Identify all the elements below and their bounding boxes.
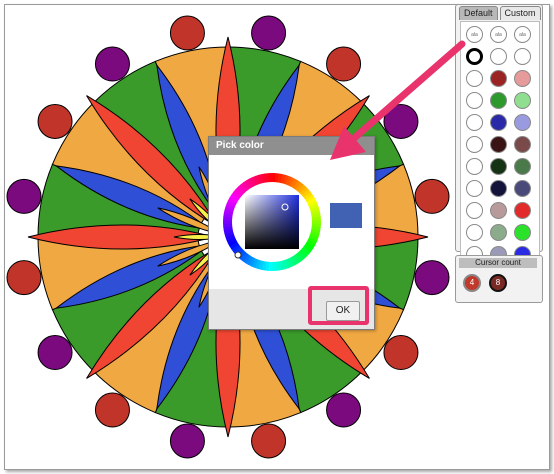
preset-swatch[interactable]: ala [514,26,531,43]
color-palette-panel: Default Custom ala ala ala [455,4,543,269]
color-swatch[interactable] [514,70,531,87]
rim-circle[interactable] [6,260,42,296]
rim-circle[interactable] [169,15,205,51]
rim-circle[interactable] [94,392,130,428]
color-swatch[interactable] [514,136,531,153]
preset-swatch-label: ala [519,32,526,38]
tab-default[interactable]: Default [459,6,498,20]
color-swatch[interactable] [490,48,507,65]
color-swatch[interactable] [490,202,507,219]
color-swatch[interactable] [514,202,531,219]
rim-circle[interactable] [169,423,205,459]
palette-tabs: Default Custom [459,6,543,20]
preset-swatch[interactable]: ala [490,26,507,43]
rim-circle[interactable] [251,423,287,459]
rim-circle[interactable] [414,178,450,214]
color-swatch[interactable] [490,224,507,241]
color-swatch[interactable] [466,158,483,175]
color-swatch[interactable] [490,92,507,109]
rim-circle[interactable] [383,103,419,139]
rim-circle[interactable] [37,335,73,371]
color-swatch[interactable] [490,114,507,131]
color-swatch[interactable] [466,180,483,197]
ok-highlight-annotation [308,286,369,325]
color-swatch[interactable] [514,48,531,65]
rim-circle[interactable] [251,15,287,51]
dialog-body [209,155,374,289]
preset-swatch-label: ala [471,32,478,38]
rim-circle[interactable] [6,178,42,214]
color-swatch[interactable] [466,48,483,65]
cursor-count-title: Cursor count [459,258,537,268]
hue-handle [234,251,242,259]
preset-swatch[interactable]: ala [466,26,483,43]
color-swatch[interactable] [466,224,483,241]
cursor-count-8-button[interactable]: 8 [489,274,507,292]
color-swatch[interactable] [466,92,483,109]
color-swatch[interactable] [514,114,531,131]
color-swatch[interactable] [490,158,507,175]
color-swatch[interactable] [490,136,507,153]
rim-circle[interactable] [383,335,419,371]
color-swatch[interactable] [490,180,507,197]
color-swatch[interactable] [466,114,483,131]
color-swatch[interactable] [466,202,483,219]
tab-custom[interactable]: Custom [499,6,541,20]
cursor-count-4-button[interactable]: 4 [463,274,481,292]
color-swatch[interactable] [514,224,531,241]
color-swatch[interactable] [514,180,531,197]
color-swatch[interactable] [514,92,531,109]
color-wheel[interactable] [221,171,323,273]
swatch-grid: ala ala ala [460,21,540,269]
color-swatch[interactable] [490,70,507,87]
color-swatch[interactable] [514,158,531,175]
rim-circle[interactable] [414,260,450,296]
selected-color-preview [330,203,362,228]
preset-swatch-label: ala [495,32,502,38]
rim-circle[interactable] [94,46,130,82]
rim-circle[interactable] [326,392,362,428]
cursor-count-panel: Cursor count 4 8 [455,255,543,303]
color-swatch[interactable] [466,70,483,87]
rim-circle[interactable] [37,103,73,139]
dialog-title: Pick color [209,137,374,155]
rim-circle[interactable] [326,46,362,82]
color-swatch[interactable] [466,136,483,153]
